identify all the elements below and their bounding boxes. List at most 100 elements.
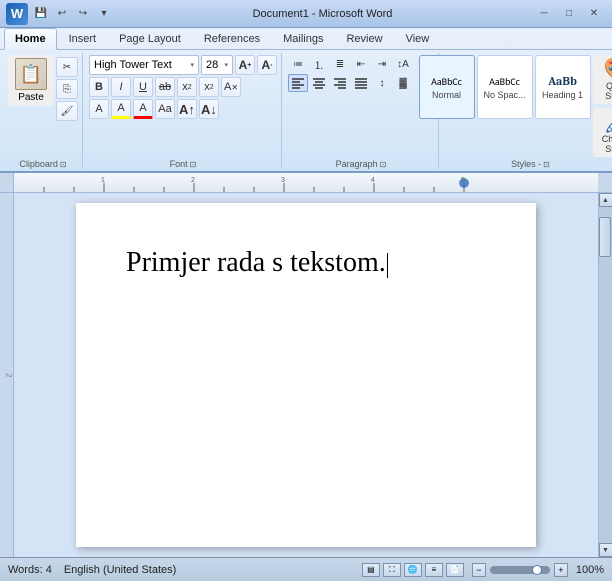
paste-button[interactable]: 📋 Paste [8,55,54,106]
ruler-side-right [598,173,612,192]
left-margin: 2 [0,193,14,557]
maximize-button[interactable]: □ [557,5,581,23]
align-right-button[interactable] [330,74,350,92]
justify-button[interactable] [351,74,371,92]
undo-button[interactable]: ↩ [53,5,71,23]
document-content[interactable]: Primjer rada s tekstom. [126,243,486,282]
main-area: 2 Primjer rada s tekstom. ▲ ▼ [0,193,612,557]
save-button[interactable]: 💾 [32,5,50,23]
font-shrink-button[interactable]: A↓ [199,99,219,119]
page-number-indicator: 2 [0,193,13,557]
zoom-thumb [532,565,542,575]
scroll-up-button[interactable]: ▲ [599,193,612,207]
document-area[interactable]: Primjer rada s tekstom. [14,193,598,557]
font-name-dropdown[interactable]: High Tower Text ▾ [89,55,199,75]
multilevel-button[interactable]: ≣ [330,55,350,73]
svg-text:3: 3 [281,177,285,184]
zoom-in-button[interactable]: + [554,563,568,577]
copy-button[interactable]: ⎘ [56,79,78,99]
underline-button[interactable]: U [133,77,153,97]
status-bar: Words: 4 English (United States) ▤ ⛶ 🌐 ≡… [0,557,612,581]
italic-button[interactable]: I [111,77,131,97]
ruler-side-left [0,173,14,192]
paragraph-row2: ↕ ▓ ⊞ [288,74,434,92]
paragraph-group-body: ≔ ⒈ ≣ ⇤ ⇥ ↕A ¶ [288,55,434,157]
font-size-dropdown[interactable]: 28 ▾ [201,55,233,75]
ruler-area: 1 2 3 4 5 [0,173,612,193]
line-spacing-button[interactable]: ↕ [372,74,392,92]
shrink-font-button[interactable]: A- [257,55,277,75]
clipboard-dialog-launcher[interactable]: ⊡ [60,160,67,169]
shading-button[interactable]: ▓ [393,74,413,92]
font-color-button[interactable]: A [133,99,153,119]
print-layout-view[interactable]: ▤ [362,563,380,577]
window-title: Document1 - Microsoft Word [113,8,532,20]
tab-review[interactable]: Review [335,28,393,49]
title-bar-left: W 💾 ↩ ↪ ▾ [6,3,113,25]
scroll-down-button[interactable]: ▼ [599,543,612,557]
redo-button[interactable]: ↪ [74,5,92,23]
font-group: High Tower Text ▾ 28 ▾ A+ A- B I U ab x2 [85,53,282,169]
change-styles-button[interactable]: 🖊 ChangeStyles [593,108,612,157]
font-name-row: High Tower Text ▾ 28 ▾ A+ A- [89,55,277,75]
draft-view[interactable]: 📄 [446,563,464,577]
font-dialog-launcher[interactable]: ⊡ [190,160,197,169]
style-normal[interactable]: AaBbCc Normal [419,55,475,119]
document-text: Primjer rada s tekstom. [126,247,386,278]
scroll-thumb[interactable] [599,217,611,257]
clear-format-button[interactable]: A✕ [221,77,241,97]
styles-dialog-launcher[interactable]: ⊡ [543,160,550,169]
strikethrough-button[interactable]: ab [155,77,175,97]
zoom-slider[interactable] [490,566,550,574]
tab-view[interactable]: View [395,28,441,49]
ribbon-tabs: Home Insert Page Layout References Maili… [0,28,612,50]
paragraph-group: ≔ ⒈ ≣ ⇤ ⇥ ↕A ¶ [284,53,439,169]
sort-button[interactable]: ↕A [393,55,413,73]
zoom-out-button[interactable]: − [472,563,486,577]
format-painter-button[interactable]: 🖌 [56,101,78,121]
text-highlight-button[interactable]: A [111,99,131,119]
increase-indent-button[interactable]: ⇥ [372,55,392,73]
outline-view[interactable]: ≡ [425,563,443,577]
cut-button[interactable]: ✂ [56,57,78,77]
tab-mailings[interactable]: Mailings [272,28,334,49]
font-group-body: High Tower Text ▾ 28 ▾ A+ A- B I U ab x2 [89,55,277,157]
subscript-button[interactable]: x2 [177,77,197,97]
status-right: ▤ ⛶ 🌐 ≡ 📄 − + 100% [362,563,604,577]
font-grow-button[interactable]: A↑ [177,99,197,119]
align-left-button[interactable] [288,74,308,92]
grow-font-button[interactable]: A+ [235,55,255,75]
align-center-button[interactable] [309,74,329,92]
document-page[interactable]: Primjer rada s tekstom. [76,203,536,547]
style-no-spacing[interactable]: AaBbCc No Spac... [477,55,533,119]
status-left: Words: 4 English (United States) [8,564,176,576]
close-button[interactable]: ✕ [582,5,606,23]
dropdown-button[interactable]: ▾ [95,5,113,23]
web-layout-view[interactable]: 🌐 [404,563,422,577]
scroll-track[interactable] [599,207,612,543]
full-screen-view[interactable]: ⛶ [383,563,401,577]
zoom-level: 100% [576,564,604,576]
superscript-button[interactable]: x2 [199,77,219,97]
style-heading1[interactable]: AaBb Heading 1 [535,55,591,119]
minimize-button[interactable]: ─ [532,5,556,23]
paragraph-dialog-launcher[interactable]: ⊡ [380,160,387,169]
decrease-indent-button[interactable]: ⇤ [351,55,371,73]
tab-references[interactable]: References [193,28,271,49]
change-case-button[interactable]: Aa [155,99,175,119]
tab-page-layout[interactable]: Page Layout [108,28,192,49]
paragraph-row1: ≔ ⒈ ≣ ⇤ ⇥ ↕A ¶ [288,55,434,73]
quick-styles-button[interactable]: 🎨 Quick Styles [593,55,612,104]
clipboard-label: Clipboard ⊡ [19,157,66,169]
numbering-button[interactable]: ⒈ [309,55,329,73]
view-mode-buttons: ▤ ⛶ 🌐 ≡ 📄 [362,563,464,577]
tab-insert[interactable]: Insert [58,28,108,49]
vertical-scrollbar[interactable]: ▲ ▼ [598,193,612,557]
font-group-label: Font ⊡ [170,157,197,169]
quick-styles-label: Quick Styles [600,81,612,101]
text-effects-button[interactable]: A [89,99,109,119]
change-styles-label: ChangeStyles [602,134,612,154]
bold-button[interactable]: B [89,77,109,97]
bullets-button[interactable]: ≔ [288,55,308,73]
tab-home[interactable]: Home [4,28,57,50]
